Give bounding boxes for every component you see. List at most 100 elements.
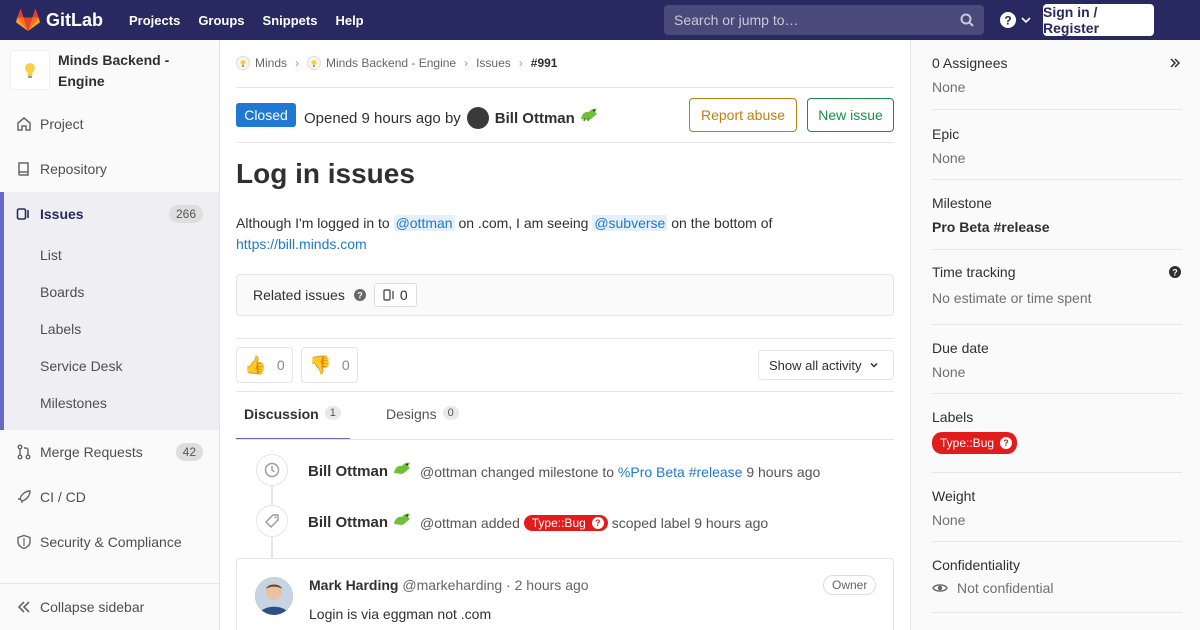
dragon-emoji-icon [394, 462, 411, 474]
event-handle[interactable]: @ottman [420, 515, 477, 531]
sidebar-item-label: Project [40, 116, 84, 132]
question-icon[interactable]: ? [1169, 266, 1181, 278]
due-date-value: None [932, 364, 966, 380]
breadcrumb-group[interactable]: Minds [255, 56, 287, 70]
project-header[interactable]: Minds Backend - Engine [10, 50, 208, 92]
sidebar-item-label: Merge Requests [40, 444, 143, 460]
sidebar-subitem-service-desk[interactable]: Service Desk [40, 358, 122, 374]
type-bug-label[interactable]: Type::Bug ? [932, 432, 1018, 454]
author-name[interactable]: Bill Ottman [495, 110, 575, 127]
event-author[interactable]: Bill Ottman [308, 463, 388, 480]
milestone-link[interactable]: %Pro Beta #release [618, 464, 743, 480]
milestone-value[interactable]: Pro Beta #release [932, 219, 1182, 235]
weight-title: Weight [932, 488, 976, 504]
nav-help[interactable]: Help [335, 13, 363, 28]
sidebar-subitem-boards[interactable]: Boards [40, 284, 84, 300]
double-chevron-left-icon [17, 601, 30, 613]
user-mention[interactable]: @subverse [592, 215, 668, 231]
type-bug-label[interactable]: Type::Bug ? [523, 514, 608, 531]
author-avatar[interactable] [466, 107, 489, 129]
tab-designs[interactable]: Designs 0 [386, 398, 459, 440]
issues-icon [16, 206, 32, 222]
minds-group-avatar [236, 56, 250, 70]
status-badge: Closed [236, 103, 296, 127]
collapse-sidebar-label: Collapse sidebar [40, 599, 145, 615]
gitlab-logo[interactable]: GitLab [16, 9, 103, 31]
tab-label: Designs [386, 406, 437, 422]
gitlab-fox-icon [16, 9, 40, 31]
new-issue-button[interactable]: New issue [807, 98, 894, 132]
timeline-event: Bill Ottman @ottman changed milestone to… [308, 462, 821, 480]
breadcrumb-issues[interactable]: Issues [476, 56, 511, 70]
sidebar-item-cicd[interactable]: CI / CD [0, 475, 219, 519]
issues-submenu: List Boards Labels Service Desk Mileston… [0, 214, 219, 430]
home-icon [16, 116, 32, 132]
right-sidebar: 0 Assignees None Epic None Milestone Pro… [910, 40, 1200, 630]
confidentiality-value: Not confidential [957, 580, 1054, 596]
event-handle[interactable]: @ottman [420, 464, 477, 480]
milestone-title: Milestone [932, 195, 992, 211]
assignees-block: 0 Assignees None [932, 55, 1182, 95]
event-time: 9 hours ago [746, 463, 821, 480]
breadcrumb-project[interactable]: Minds Backend - Engine [326, 56, 456, 70]
nav-projects[interactable]: Projects [129, 13, 180, 28]
time-tracking-block: Time tracking No estimate or time spent [932, 264, 1182, 306]
nav-groups[interactable]: Groups [198, 13, 244, 28]
description-link[interactable]: https://bill.minds.com [236, 236, 367, 252]
user-mention[interactable]: @ottman [393, 215, 455, 231]
lightbulb-icon [25, 63, 35, 78]
sign-in-register-button[interactable]: Sign in / Register [1043, 4, 1154, 36]
svg-text:?: ? [357, 291, 363, 301]
help-dropdown[interactable]: ? [1000, 12, 1031, 28]
question-icon[interactable]: ? [353, 289, 366, 301]
assignees-value: None [932, 79, 966, 95]
nav-snippets[interactable]: Snippets [263, 13, 318, 28]
sidebar-item-issues[interactable]: Issues 266 [0, 192, 219, 236]
related-issues-count[interactable]: 0 [373, 283, 417, 307]
dragon-emoji-icon [394, 513, 411, 525]
thumbs-up-icon: 👍 [244, 354, 267, 375]
thumbs-down-button[interactable]: 👎 0 [301, 347, 358, 383]
sidebar-item-security[interactable]: Security & Compliance [0, 520, 219, 564]
comment-author[interactable]: Mark Harding [309, 577, 398, 593]
divider [932, 393, 1182, 394]
divider [236, 142, 894, 143]
report-abuse-button[interactable]: Report abuse [689, 98, 797, 132]
labels-block: Labels Type::Bug ? [932, 409, 1182, 454]
search-input[interactable] [674, 12, 954, 28]
tab-discussion[interactable]: Discussion 1 [236, 398, 350, 440]
weight-value: None [932, 512, 966, 528]
divider [236, 87, 894, 88]
description-text: Although I'm logged in to [236, 215, 390, 231]
milestone-block: Milestone Pro Beta #release [932, 195, 1182, 235]
search-box[interactable] [664, 5, 984, 35]
labels-title: Labels [932, 409, 974, 425]
sidebar-subitem-milestones[interactable]: Milestones [40, 395, 107, 411]
assignees-title: 0 Assignees [932, 55, 1008, 71]
breadcrumb-issue-number[interactable]: #991 [531, 56, 558, 70]
thumbs-up-button[interactable]: 👍 0 [236, 347, 293, 383]
issues-icon [383, 289, 394, 301]
sidebar-item-merge-requests[interactable]: Merge Requests 42 [0, 430, 219, 474]
comment-header: Mark Harding @markeharding · 2 hours ago [309, 577, 589, 593]
chevron-down-icon [1021, 17, 1031, 24]
double-chevron-right-icon[interactable] [1169, 57, 1181, 69]
shield-icon [16, 534, 32, 550]
opened-text: Opened 9 hours ago by [304, 109, 461, 127]
event-author[interactable]: Bill Ottman [308, 514, 388, 531]
sidebar-item-repository[interactable]: Repository [0, 147, 219, 191]
eye-icon [932, 584, 948, 592]
activity-filter-dropdown[interactable]: Show all activity [758, 350, 894, 380]
epic-title: Epic [932, 126, 960, 142]
sidebar-subitem-labels[interactable]: Labels [40, 321, 81, 337]
svg-text:?: ? [1172, 268, 1178, 278]
book-icon [16, 161, 32, 177]
svg-text:?: ? [1004, 14, 1011, 28]
commenter-avatar[interactable] [255, 577, 293, 615]
collapse-sidebar-button[interactable]: Collapse sidebar [0, 583, 219, 630]
sidebar-subitem-list[interactable]: List [40, 247, 62, 263]
sidebar-item-project[interactable]: Project [0, 102, 219, 146]
sidebar-item-label: CI / CD [40, 489, 86, 505]
search-icon [960, 13, 974, 27]
breadcrumb: Minds › Minds Backend - Engine › Issues … [236, 56, 557, 70]
